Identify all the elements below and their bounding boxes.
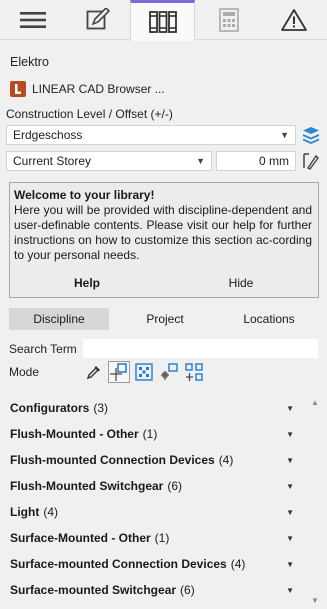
category-list: Configurators (3) ▼ Flush-Mounted - Othe… <box>0 396 327 609</box>
browser-selector[interactable]: LINEAR CAD Browser ... <box>10 81 165 97</box>
infobox-text: Here you will be provided with disciplin… <box>14 203 312 262</box>
storey-stack-icon[interactable] <box>302 126 320 147</box>
storey-select[interactable]: Current Storey ▼ <box>6 151 212 171</box>
top-tab-bar <box>0 0 327 41</box>
section-title: Elektro <box>10 55 49 69</box>
tab-library[interactable] <box>130 0 195 41</box>
category-count: (6) <box>167 479 183 493</box>
expand-arrow-icon[interactable]: ▼ <box>286 456 294 465</box>
pick-offset-icon[interactable] <box>302 152 320 173</box>
list-item[interactable]: Surface-Mounted - Other (1) ▼ <box>10 528 300 548</box>
list-item[interactable]: Surface-mounted Switchgear (6) ▼ <box>10 580 300 600</box>
library-books-icon <box>148 11 177 33</box>
expand-arrow-icon[interactable]: ▼ <box>286 586 294 595</box>
warning-triangle-icon <box>280 9 307 31</box>
category-count: (3) <box>93 401 109 415</box>
expand-arrow-icon[interactable]: ▼ <box>286 534 294 543</box>
category-name: Configurators <box>10 401 90 415</box>
category-count: (4) <box>230 557 246 571</box>
scroll-down-icon[interactable]: ▼ <box>311 596 319 605</box>
pencil-edit-icon <box>86 8 110 30</box>
list-item[interactable]: Configurators (3) ▼ <box>10 398 300 418</box>
category-name: Surface-Mounted - Other <box>10 531 151 545</box>
offset-input[interactable]: 0 mm <box>216 151 296 171</box>
calculator-icon <box>218 8 239 32</box>
help-button[interactable]: Help <box>10 276 164 290</box>
category-name: Flush-Mounted Switchgear <box>10 479 164 493</box>
list-item[interactable]: Flush-Mounted Switchgear (6) ▼ <box>10 476 300 496</box>
construction-level-value: Erdgeschoss <box>13 128 83 142</box>
tab-calculator[interactable] <box>196 0 261 40</box>
hamburger-menu-icon <box>19 12 46 28</box>
expand-arrow-icon[interactable]: ▼ <box>286 560 294 569</box>
grid-place-mode-icon[interactable] <box>133 361 155 383</box>
tab-edit[interactable] <box>65 0 130 40</box>
chevron-down-icon: ▼ <box>196 156 205 166</box>
category-count: (4) <box>218 453 234 467</box>
construction-level-select[interactable]: Erdgeschoss ▼ <box>6 125 296 145</box>
category-count: (1) <box>142 427 158 441</box>
chevron-down-icon: ▼ <box>280 130 289 140</box>
eyedropper-icon[interactable] <box>83 361 105 383</box>
tab-project[interactable]: Project <box>115 308 215 330</box>
infobox-title: Welcome to your library! <box>14 188 155 202</box>
expand-arrow-icon[interactable]: ▼ <box>286 430 294 439</box>
search-input[interactable] <box>83 339 318 358</box>
expand-arrow-icon[interactable]: ▼ <box>286 404 294 413</box>
browser-name: LINEAR CAD Browser ... <box>32 82 165 96</box>
category-count: (4) <box>43 505 58 519</box>
category-name: Surface-mounted Connection Devices <box>10 557 227 571</box>
mode-label: Mode <box>9 365 40 379</box>
list-scrollbar[interactable]: ▲ ▼ <box>309 396 323 609</box>
welcome-infobox: Welcome to your library! Here you will b… <box>9 182 319 298</box>
expand-arrow-icon[interactable]: ▼ <box>286 482 294 491</box>
offset-place-mode-icon[interactable] <box>158 361 180 383</box>
tab-menu[interactable] <box>0 0 65 40</box>
category-name: Light <box>10 505 40 519</box>
construction-level-label: Construction Level / Offset (+/-) <box>6 107 173 121</box>
tab-discipline[interactable]: Discipline <box>9 308 109 330</box>
category-count: (1) <box>154 531 170 545</box>
linear-logo-icon <box>10 81 26 97</box>
single-place-mode-icon[interactable] <box>108 361 130 383</box>
tab-locations[interactable]: Locations <box>219 308 319 330</box>
hide-button[interactable]: Hide <box>164 276 318 290</box>
storey-value: Current Storey <box>13 154 92 168</box>
tab-warning[interactable] <box>261 0 326 40</box>
list-item[interactable]: Light (4) ▼ <box>10 502 300 522</box>
search-label: Search Term <box>9 342 77 356</box>
category-count: (6) <box>180 583 195 597</box>
category-name: Surface-mounted Switchgear <box>10 583 177 597</box>
array-place-mode-icon[interactable] <box>183 361 205 383</box>
expand-arrow-icon[interactable]: ▼ <box>286 508 294 517</box>
list-item[interactable]: Surface-mounted Connection Devices (4) ▼ <box>10 554 300 574</box>
list-item[interactable]: Flush-mounted Connection Devices (4) ▼ <box>10 450 300 470</box>
scroll-up-icon[interactable]: ▲ <box>311 398 319 407</box>
category-name: Flush-Mounted - Other <box>10 427 139 441</box>
category-name: Flush-mounted Connection Devices <box>10 453 215 467</box>
list-item[interactable]: Flush-Mounted - Other (1) ▼ <box>10 424 300 444</box>
